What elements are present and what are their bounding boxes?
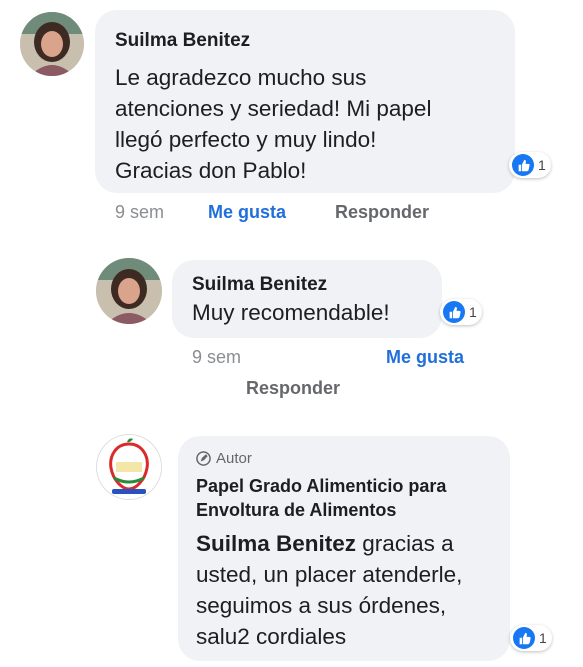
author-badge-icon: [196, 451, 211, 466]
comment-text: Muy recomendable!: [192, 300, 390, 325]
like-button[interactable]: Me gusta: [386, 347, 464, 368]
like-reaction-icon: [512, 154, 534, 176]
reaction-count: 1: [539, 630, 547, 646]
comment-timestamp[interactable]: 9 sem: [192, 347, 241, 368]
reply-button[interactable]: Responder: [335, 202, 429, 223]
comment-author[interactable]: Suilma Benitez: [115, 30, 250, 52]
like-button[interactable]: Me gusta: [208, 202, 286, 223]
reaction-count: 1: [469, 304, 477, 320]
page-logo-avatar[interactable]: [96, 434, 162, 500]
author-badge-label: Autor: [216, 450, 252, 467]
reaction-summary[interactable]: 1: [510, 625, 552, 651]
reaction-summary[interactable]: 1: [440, 299, 482, 325]
reaction-summary[interactable]: 1: [509, 152, 551, 178]
avatar[interactable]: [20, 12, 84, 76]
like-reaction-icon: [513, 627, 535, 649]
author-badge: Autor: [196, 450, 252, 467]
like-reaction-icon: [443, 301, 465, 323]
comment-text: Suilma Benitez gracias a usted, un place…: [196, 531, 463, 649]
avatar[interactable]: [96, 258, 162, 324]
comment-author[interactable]: Suilma Benitez: [192, 274, 327, 296]
comment-text: Le agradezco mucho sus atenciones y seri…: [115, 65, 432, 183]
reaction-count: 1: [538, 157, 546, 173]
comment-bubble: Autor Papel Grado Alimenticio para Envol…: [178, 436, 510, 661]
comment-bubble: Suilma Benitez Muy recomendable!: [172, 260, 442, 338]
comment-bubble: Suilma Benitez Le agradezco mucho sus at…: [95, 10, 515, 193]
reply-button[interactable]: Responder: [246, 378, 340, 399]
comment-author[interactable]: Papel Grado Alimenticio para Envoltura d…: [196, 474, 446, 522]
comment-timestamp[interactable]: 9 sem: [115, 202, 164, 223]
mention-link[interactable]: Suilma Benitez: [196, 531, 356, 556]
